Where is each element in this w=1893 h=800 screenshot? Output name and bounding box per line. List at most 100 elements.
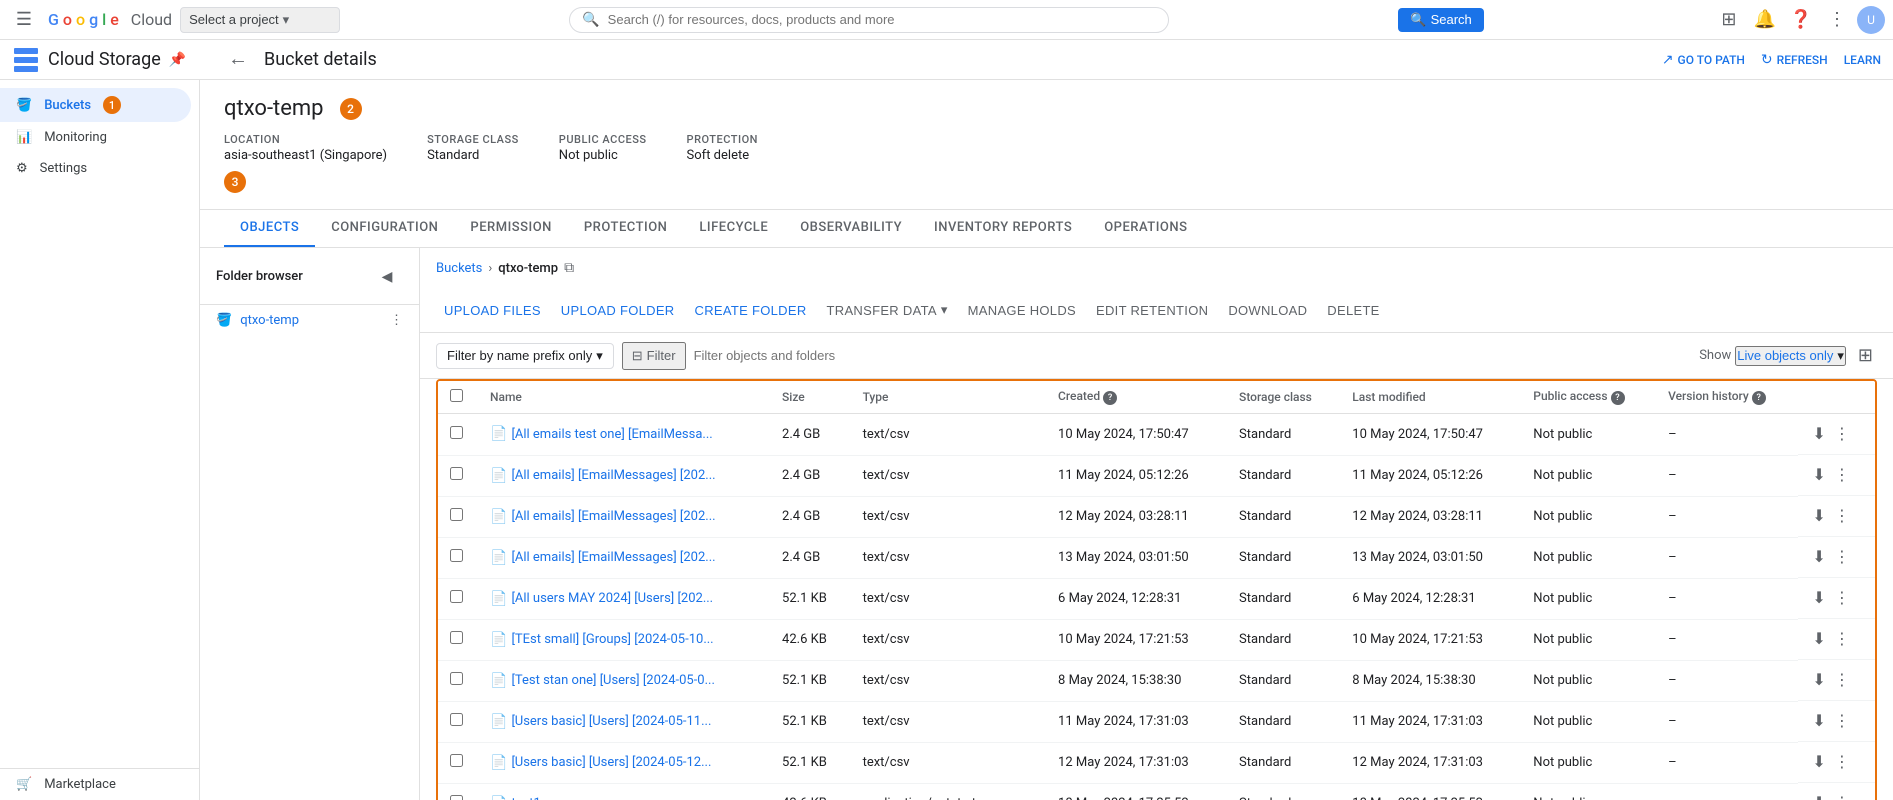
public-access-info-icon[interactable]: ? [1611, 391, 1625, 405]
more-options-icon[interactable]: ⋮ [1821, 4, 1853, 36]
upload-files-btn[interactable]: UPLOAD FILES [436, 297, 549, 324]
breadcrumb-buckets-link[interactable]: Buckets [436, 261, 482, 276]
row-checkbox-6[interactable] [450, 672, 463, 685]
sidebar-item-settings[interactable]: ⚙ Settings [0, 153, 191, 184]
folder-item-qtxo-temp[interactable]: 🪣 qtxo-temp ⋮ [200, 305, 419, 336]
row-more-btn-0[interactable]: ⋮ [1832, 422, 1852, 446]
row-download-btn-9[interactable]: ⬇ [1810, 791, 1827, 800]
tab-inventory-reports[interactable]: INVENTORY REPORTS [918, 210, 1088, 247]
avatar[interactable]: U [1857, 6, 1885, 34]
row-checkbox-9[interactable] [450, 795, 463, 800]
live-objects-btn[interactable]: Live objects only ▾ [1735, 346, 1846, 366]
file-link-8[interactable]: [Users basic] [Users] [2024-05-12... [511, 755, 711, 770]
tab-lifecycle[interactable]: LIFECYCLE [683, 210, 784, 247]
row-more-btn-7[interactable]: ⋮ [1832, 709, 1852, 733]
file-link-0[interactable]: [All emails test one] [EmailMessa... [511, 427, 712, 442]
row-download-btn-8[interactable]: ⬇ [1810, 750, 1827, 774]
density-toggle-btn[interactable]: ⊞ [1854, 341, 1877, 370]
row-more-btn-1[interactable]: ⋮ [1832, 463, 1852, 487]
upload-folder-btn[interactable]: UPLOAD FOLDER [553, 297, 683, 324]
filter-input[interactable] [694, 348, 1692, 363]
product-header: Cloud Storage 📌 ← Bucket details ↗ GO TO… [0, 40, 1893, 80]
file-link-6[interactable]: [Test stan one] [Users] [2024-05-0... [511, 673, 714, 688]
header-checkbox[interactable] [450, 389, 463, 402]
delete-btn[interactable]: DELETE [1319, 297, 1387, 324]
manage-holds-btn[interactable]: MANAGE HOLDS [960, 297, 1084, 324]
row-checkbox-7[interactable] [450, 713, 463, 726]
row-checkbox-5[interactable] [450, 631, 463, 644]
public-access-value: Not public [559, 148, 647, 163]
row-checkbox-4[interactable] [450, 590, 463, 603]
file-link-9[interactable]: test1 [511, 796, 540, 800]
row-download-btn-3[interactable]: ⬇ [1810, 545, 1827, 569]
tab-objects[interactable]: OBJECTS [224, 210, 315, 247]
copy-path-icon[interactable]: ⧉ [564, 260, 574, 276]
collapse-folder-panel-btn[interactable]: ◀ [371, 260, 403, 292]
row-name-6: 📄 [Test stan one] [Users] [2024-05-0... [478, 660, 770, 701]
row-more-btn-2[interactable]: ⋮ [1832, 504, 1852, 528]
version-history-info-icon[interactable]: ? [1752, 391, 1766, 405]
row-download-btn-4[interactable]: ⬇ [1810, 586, 1827, 610]
row-more-btn-5[interactable]: ⋮ [1832, 627, 1852, 651]
apps-icon[interactable]: ⊞ [1713, 4, 1745, 36]
row-storage-class-3: Standard [1227, 537, 1340, 578]
row-checkbox-8[interactable] [450, 754, 463, 767]
file-link-7[interactable]: [Users basic] [Users] [2024-05-11... [511, 714, 711, 729]
tab-operations[interactable]: OPERATIONS [1088, 210, 1203, 247]
row-download-btn-1[interactable]: ⬇ [1810, 463, 1827, 487]
tab-configuration[interactable]: CONFIGURATION [315, 210, 454, 247]
notifications-icon[interactable]: 🔔 [1749, 4, 1781, 36]
created-info-icon[interactable]: ? [1103, 391, 1117, 405]
sidebar-item-monitoring[interactable]: 📊 Monitoring [0, 122, 191, 153]
row-created-8: 12 May 2024, 17:31:03 [1046, 742, 1227, 783]
search-bar: 🔍 [569, 7, 1169, 33]
filter-prefix-btn[interactable]: Filter by name prefix only ▾ [436, 343, 614, 369]
row-more-btn-8[interactable]: ⋮ [1832, 750, 1852, 774]
row-created-6: 8 May 2024, 15:38:30 [1046, 660, 1227, 701]
sidebar-item-buckets[interactable]: 🪣 Buckets 1 [0, 88, 191, 122]
row-storage-class-8: Standard [1227, 742, 1340, 783]
file-link-1[interactable]: [All emails] [EmailMessages] [202... [511, 468, 715, 483]
row-more-btn-4[interactable]: ⋮ [1832, 586, 1852, 610]
row-download-btn-2[interactable]: ⬇ [1810, 504, 1827, 528]
menu-icon[interactable]: ☰ [8, 4, 40, 36]
download-btn[interactable]: DOWNLOAD [1220, 297, 1315, 324]
folder-more-icon[interactable]: ⋮ [390, 313, 403, 328]
live-objects-chevron: ▾ [1837, 348, 1844, 364]
transfer-data-btn[interactable]: TRANSFER DATA ▾ [819, 296, 956, 324]
product-name: Cloud Storage [48, 49, 161, 70]
row-download-btn-0[interactable]: ⬇ [1810, 422, 1827, 446]
row-checkbox-2[interactable] [450, 508, 463, 521]
row-more-btn-6[interactable]: ⋮ [1832, 668, 1852, 692]
row-download-btn-7[interactable]: ⬇ [1810, 709, 1827, 733]
tab-protection[interactable]: PROTECTION [568, 210, 683, 247]
search-button[interactable]: 🔍 Search [1398, 8, 1483, 32]
protection-group: Protection Soft delete [687, 133, 758, 163]
row-more-btn-3[interactable]: ⋮ [1832, 545, 1852, 569]
row-download-btn-5[interactable]: ⬇ [1810, 627, 1827, 651]
row-checkbox-cell [438, 537, 478, 578]
row-more-btn-9[interactable]: ⋮ [1832, 791, 1852, 800]
file-link-5[interactable]: [TEst small] [Groups] [2024-05-10... [511, 632, 713, 647]
file-link-2[interactable]: [All emails] [EmailMessages] [202... [511, 509, 715, 524]
edit-retention-btn[interactable]: EDIT RETENTION [1088, 297, 1216, 324]
row-checkbox-0[interactable] [450, 426, 463, 439]
go-to-path-link[interactable]: ↗ GO TO PATH [1662, 52, 1745, 68]
row-download-btn-6[interactable]: ⬇ [1810, 668, 1827, 692]
back-button[interactable]: ← [224, 44, 252, 75]
refresh-link[interactable]: ↻ REFRESH [1761, 52, 1828, 68]
help-icon[interactable]: ❓ [1785, 4, 1817, 36]
sidebar-item-marketplace[interactable]: 🛒 Marketplace [0, 769, 192, 800]
row-checkbox-3[interactable] [450, 549, 463, 562]
tab-permission[interactable]: PERMISSION [454, 210, 567, 247]
filter-icon-btn[interactable]: ⊟ Filter [622, 342, 686, 370]
search-input[interactable] [608, 12, 1157, 27]
row-checkbox-1[interactable] [450, 467, 463, 480]
learn-link[interactable]: LEARN [1844, 53, 1881, 67]
file-link-4[interactable]: [All users MAY 2024] [Users] [202... [511, 591, 713, 606]
tab-observability[interactable]: OBSERVABILITY [784, 210, 918, 247]
create-folder-btn[interactable]: CREATE FOLDER [687, 297, 815, 324]
project-selector[interactable]: Select a project ▾ [180, 7, 340, 33]
file-link-3[interactable]: [All emails] [EmailMessages] [202... [511, 550, 715, 565]
pin-icon[interactable]: 📌 [169, 52, 186, 68]
